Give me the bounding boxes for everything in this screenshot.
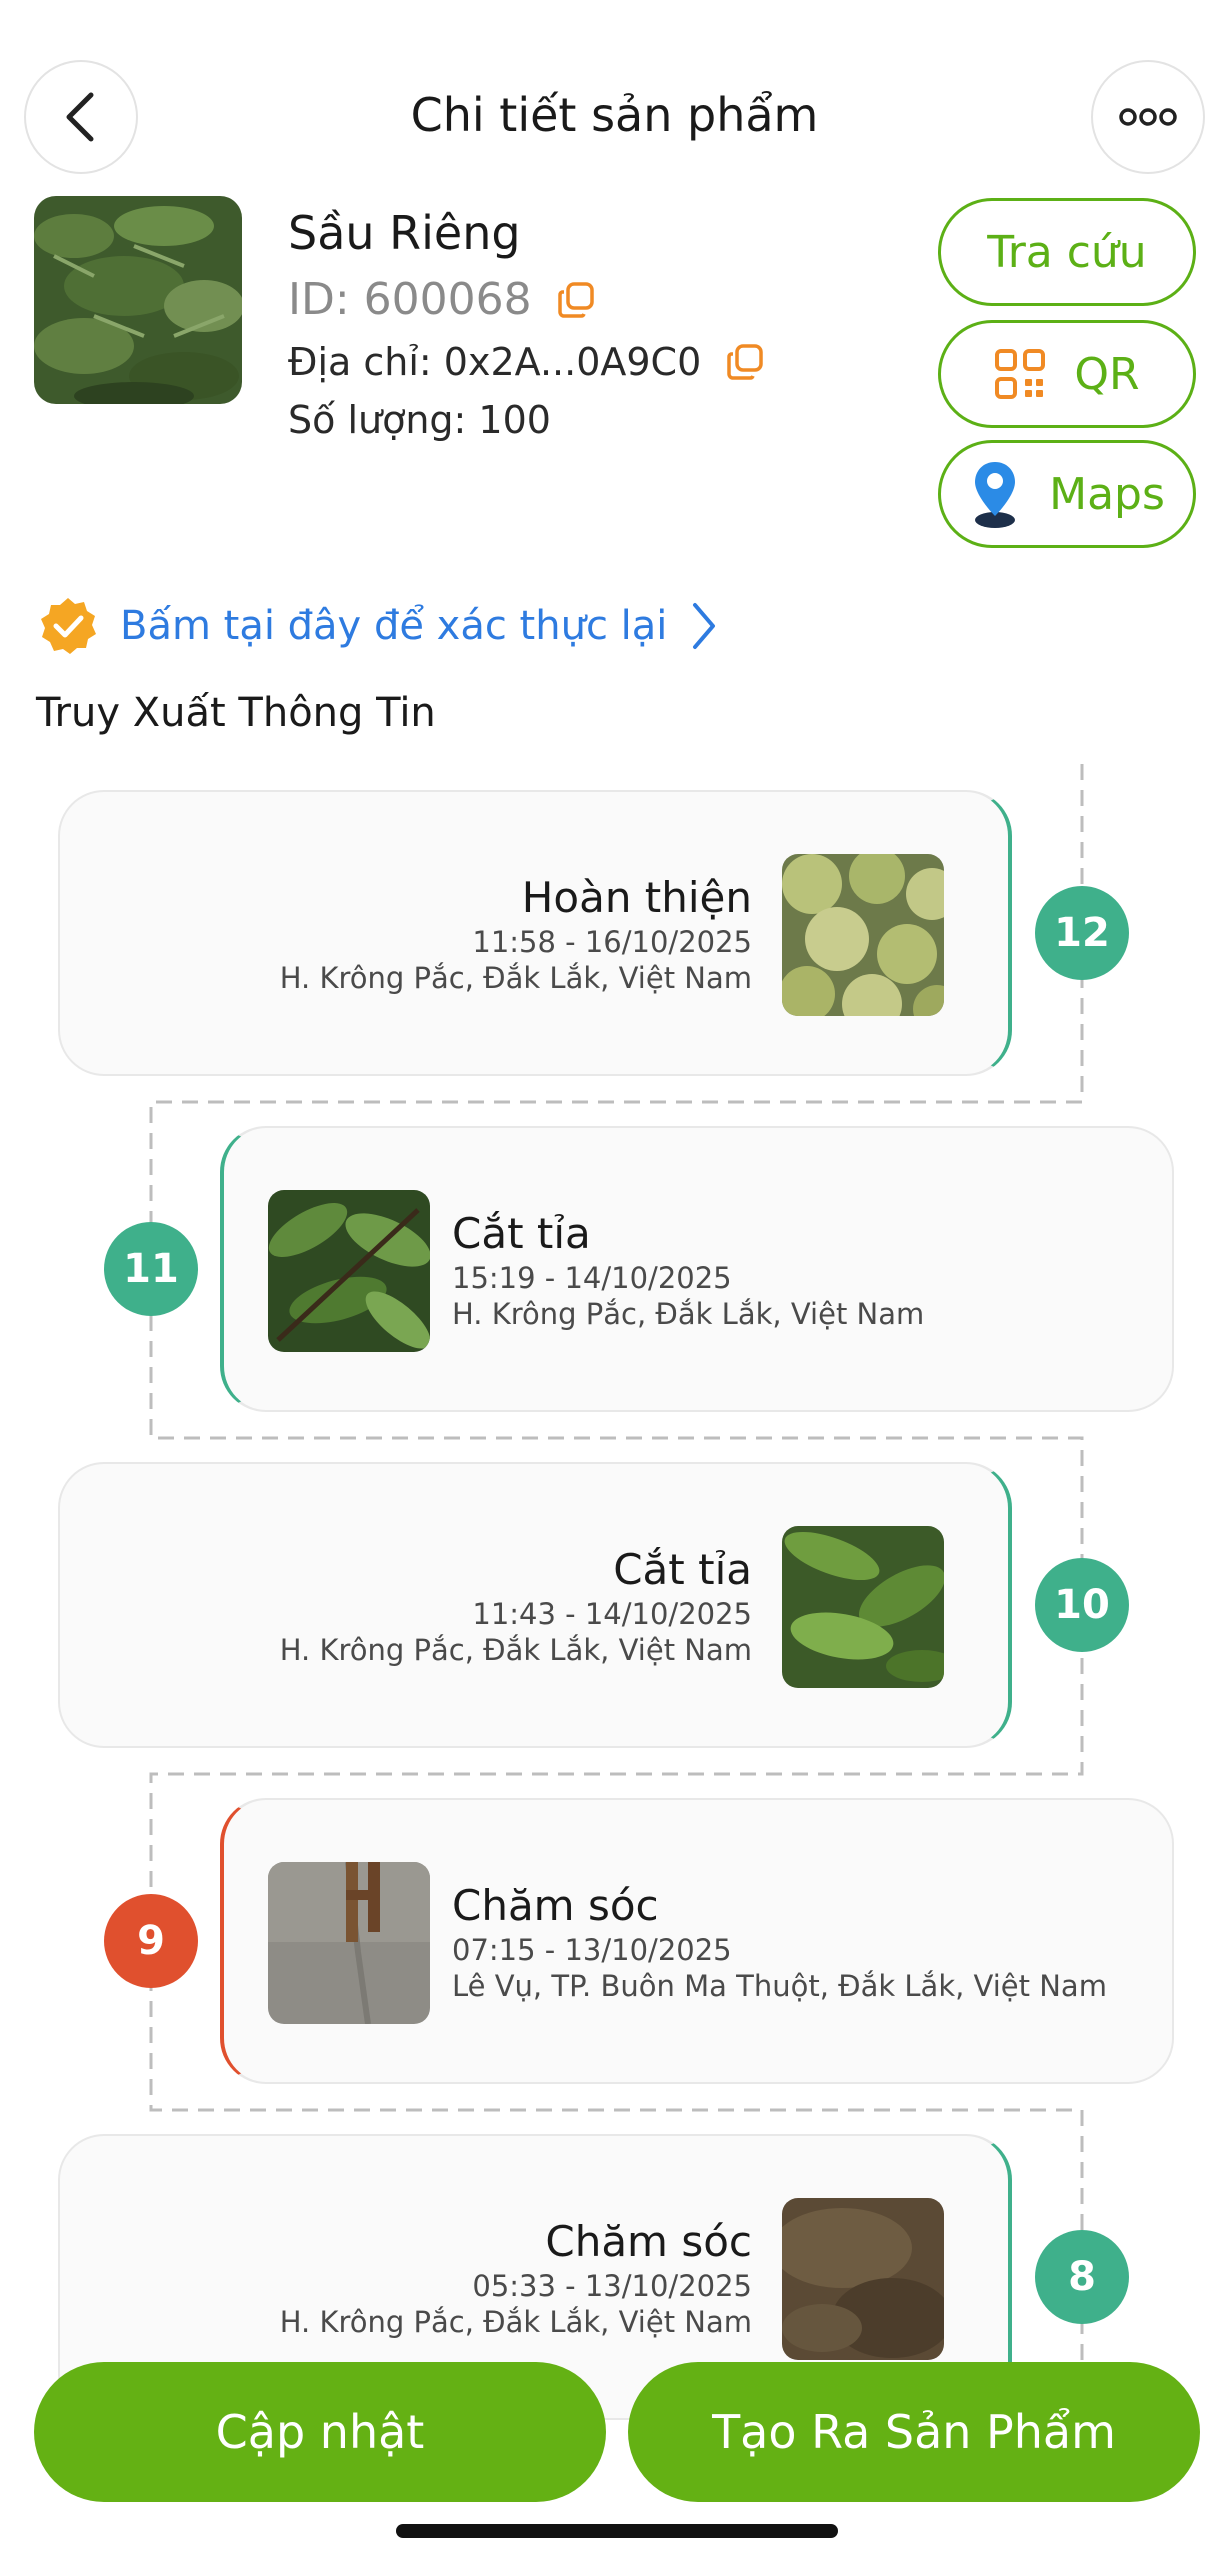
more-options-button[interactable] [1091, 60, 1205, 174]
map-pin-icon [975, 462, 1016, 528]
lookup-label: Tra cứu [987, 226, 1147, 278]
copy-icon[interactable] [556, 280, 596, 320]
qr-button[interactable]: QR [938, 320, 1196, 428]
timeline-card-location: H. Krông Pắc, Đắk Lắk, Việt Nam [279, 961, 752, 995]
timeline-card-text: Hoàn thiện 11:58 - 16/10/2025 H. Krông P… [280, 872, 752, 996]
timeline-card-title: Hoàn thiện [521, 873, 752, 922]
timeline-card-text: Cắt tỉa 15:19 - 14/10/2025 H. Krông Pắc,… [452, 1208, 924, 1332]
product-name: Sầu Riêng [288, 206, 521, 260]
product-id-row: ID: 600068 [288, 274, 596, 325]
section-title: Truy Xuất Thông Tin [36, 690, 436, 736]
maps-button[interactable]: Maps [938, 440, 1196, 548]
timeline-card-text: Chăm sóc 05:33 - 13/10/2025 H. Krông Pắc… [280, 2216, 752, 2340]
timeline-card-photo[interactable] [782, 854, 944, 1016]
timeline-card-title: Cắt tỉa [452, 1209, 591, 1258]
timeline-card-photo[interactable] [782, 2198, 944, 2360]
timeline-card[interactable]: Cắt tỉa 11:43 - 14/10/2025 H. Krông Pắc,… [58, 1462, 1012, 1748]
create-product-label: Tạo Ra Sản Phẩm [712, 2405, 1116, 2459]
update-button[interactable]: Cập nhật [34, 2362, 606, 2502]
timeline-step-badge: 12 [1035, 886, 1129, 980]
product-id: ID: 600068 [288, 274, 532, 325]
verified-badge-icon [41, 598, 96, 654]
qr-label: QR [1074, 348, 1140, 400]
page-title: Chi tiết sản phẩm [410, 88, 819, 142]
timeline-card-photo[interactable] [268, 1190, 430, 1352]
timeline-card[interactable]: Cắt tỉa 15:19 - 14/10/2025 H. Krông Pắc,… [220, 1126, 1174, 1412]
timeline-card-text: Chăm sóc 07:15 - 13/10/2025 Lê Vụ, TP. B… [452, 1880, 1107, 2004]
timeline-card-location: H. Krông Pắc, Đắk Lắk, Việt Nam [279, 2305, 752, 2339]
timeline-card-location: Lê Vụ, TP. Buôn Ma Thuột, Đắk Lắk, Việt … [452, 1969, 1107, 2003]
more-horizontal-icon [1119, 108, 1177, 126]
timeline-card-location: H. Krông Pắc, Đắk Lắk, Việt Nam [452, 1297, 925, 1331]
timeline-step-badge: 8 [1035, 2230, 1129, 2324]
timeline-card-time: 15:19 - 14/10/2025 [452, 1261, 732, 1295]
timeline-card-time: 11:58 - 16/10/2025 [472, 925, 752, 959]
qr-code-icon [995, 349, 1046, 399]
timeline-card-text: Cắt tỉa 11:43 - 14/10/2025 H. Krông Pắc,… [280, 1544, 752, 1668]
verify-text: Bấm tại đây để xác thực lại [120, 603, 668, 649]
timeline-card-title: Chăm sóc [545, 2217, 752, 2266]
timeline-card-photo[interactable] [268, 1862, 430, 2024]
timeline-card[interactable]: Chăm sóc 07:15 - 13/10/2025 Lê Vụ, TP. B… [220, 1798, 1174, 2084]
lookup-button[interactable]: Tra cứu [938, 198, 1196, 306]
timeline-card-time: 05:33 - 13/10/2025 [472, 2269, 752, 2303]
timeline-card-title: Chăm sóc [452, 1881, 659, 1930]
chevron-right-icon [693, 603, 716, 649]
copy-icon[interactable] [725, 342, 765, 382]
update-label: Cập nhật [215, 2405, 425, 2459]
trace-timeline: Hoàn thiện 11:58 - 16/10/2025 H. Krông P… [0, 760, 1229, 2420]
timeline-card-title: Cắt tỉa [613, 1545, 752, 1594]
timeline-card-photo[interactable] [782, 1526, 944, 1688]
product-quantity: Số lượng: 100 [288, 398, 551, 442]
timeline-card-location: H. Krông Pắc, Đắk Lắk, Việt Nam [279, 1633, 752, 1667]
timeline-card-time: 07:15 - 13/10/2025 [452, 1933, 732, 1967]
maps-label: Maps [1049, 468, 1165, 520]
product-thumbnail[interactable] [34, 196, 242, 404]
verify-link[interactable]: Bấm tại đây để xác thực lại [38, 596, 719, 656]
timeline-step-badge: 10 [1035, 1558, 1129, 1652]
product-address-row: Địa chỉ: 0x2A...0A9C0 [288, 340, 765, 384]
timeline-step-badge: 11 [104, 1222, 198, 1316]
timeline-card[interactable]: Hoàn thiện 11:58 - 16/10/2025 H. Krông P… [58, 790, 1012, 1076]
home-indicator[interactable] [396, 2524, 838, 2538]
timeline-card-time: 11:43 - 14/10/2025 [472, 1597, 752, 1631]
timeline-step-badge: 9 [104, 1894, 198, 1988]
product-address: Địa chỉ: 0x2A...0A9C0 [288, 340, 702, 384]
create-product-button[interactable]: Tạo Ra Sản Phẩm [628, 2362, 1200, 2502]
